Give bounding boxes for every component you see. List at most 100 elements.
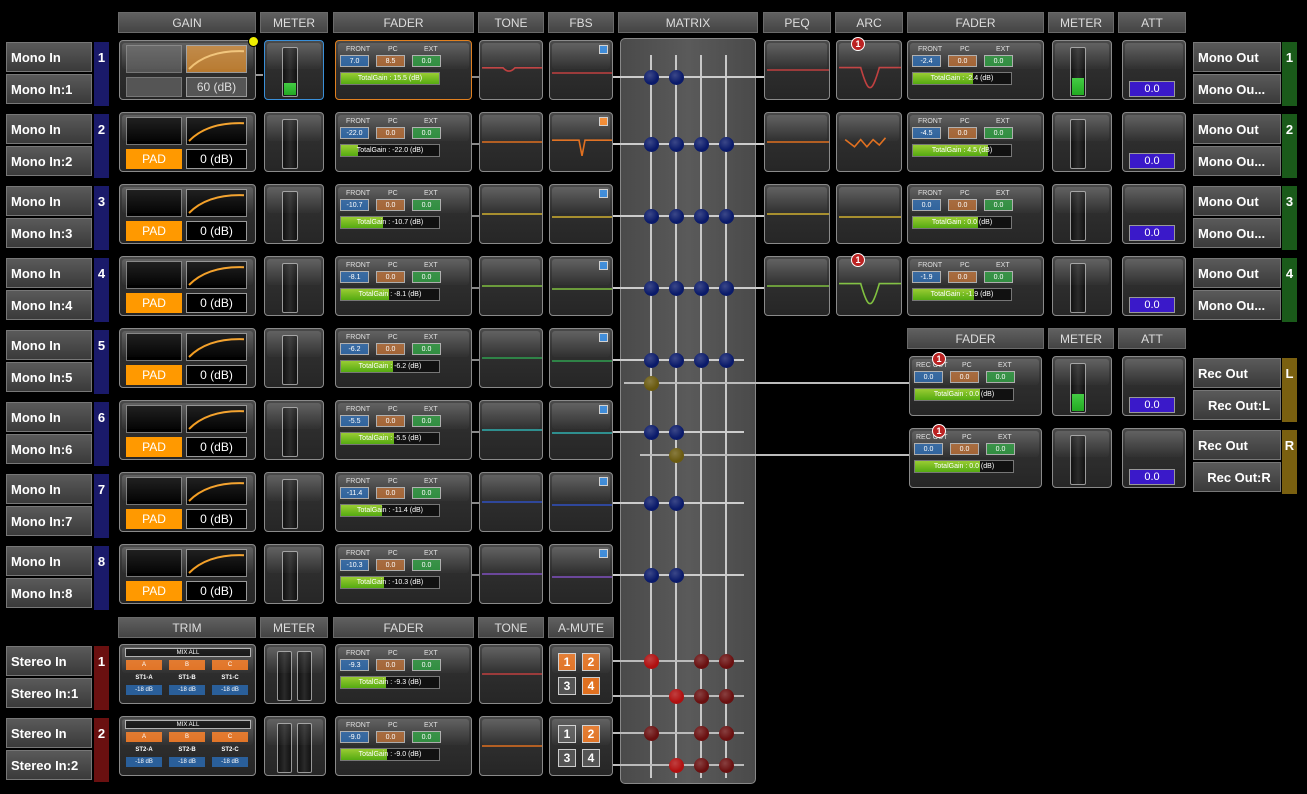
mono-in-name[interactable]: Mono In:5: [6, 362, 92, 392]
fbs-control[interactable]: [549, 184, 613, 244]
matrix-node-rec[interactable]: [644, 376, 659, 391]
stereo-in-fader[interactable]: FRONT PC EXT -9.0 0.0 0.0 TotalGain : -9.0 (dB…: [335, 716, 472, 776]
fader-value-front[interactable]: -5.5: [340, 415, 369, 427]
mono-in-fader[interactable]: FRONT PC EXT -6.2 0.0 0.0 TotalGain : -6.2 (dB…: [335, 328, 472, 388]
trim-control[interactable]: MIX ALL A ST1-A -18 dB B ST1-B -18 dB C ST1-C -18…: [119, 644, 256, 704]
fader-value-ext[interactable]: 0.0: [984, 55, 1013, 67]
mono-out-fader[interactable]: FRONT PC EXT -1.9 0.0 0.0 TotalGain : -1.9 (dB…: [907, 256, 1044, 316]
matrix-node[interactable]: [669, 209, 684, 224]
fader-value-front[interactable]: -9.3: [340, 659, 369, 671]
mono-in-name[interactable]: Mono In:4: [6, 290, 92, 320]
matrix-node[interactable]: [644, 137, 659, 152]
mono-out-name[interactable]: Mono Ou...: [1193, 74, 1281, 104]
tone-eq[interactable]: [479, 256, 543, 316]
rec-out-name[interactable]: Rec Out:R: [1193, 462, 1281, 492]
fader-value-pc[interactable]: 8.5: [376, 55, 405, 67]
fader-value-pc[interactable]: 0.0: [950, 443, 979, 455]
matrix-node[interactable]: [719, 137, 734, 152]
matrix-node[interactable]: [719, 209, 734, 224]
gain-value[interactable]: 0 (dB): [186, 581, 247, 601]
trim-control[interactable]: MIX ALL A ST2-A -18 dB B ST2-B -18 dB C ST2-C -18…: [119, 716, 256, 776]
matrix-node-stereo[interactable]: [694, 758, 709, 773]
mono-in-label[interactable]: Mono In: [6, 402, 92, 432]
trim-a-button[interactable]: A: [126, 660, 162, 670]
a-mute-2-button[interactable]: 2: [582, 653, 600, 671]
arc-control[interactable]: [836, 112, 902, 172]
trim-b-button[interactable]: B: [169, 732, 205, 742]
mono-out-label[interactable]: Mono Out: [1193, 258, 1281, 288]
stereo-in-fader[interactable]: FRONT PC EXT -9.3 0.0 0.0 TotalGain : -9.3 (dB…: [335, 644, 472, 704]
mono-out-fader[interactable]: FRONT PC EXT 0.0 0.0 0.0 TotalGain : 0.0 (dB): [907, 184, 1044, 244]
trim-a-db[interactable]: -18 dB: [126, 685, 162, 695]
gain-control[interactable]: 60 (dB): [119, 40, 256, 100]
fader-value-pc[interactable]: 0.0: [376, 415, 405, 427]
mono-in-fader[interactable]: FRONT PC EXT -10.3 0.0 0.0 TotalGain : -10.3 (…: [335, 544, 472, 604]
matrix-node-stereo[interactable]: [719, 689, 734, 704]
att-control[interactable]: 0.0: [1122, 184, 1186, 244]
mono-in-label[interactable]: Mono In: [6, 258, 92, 288]
mono-in-name[interactable]: Mono In:2: [6, 146, 92, 176]
fader-value-ext[interactable]: 0.0: [412, 199, 441, 211]
matrix-node-stereo[interactable]: [719, 726, 734, 741]
gain-control[interactable]: PAD 0 (dB): [119, 256, 256, 316]
matrix-node[interactable]: [644, 568, 659, 583]
att-control[interactable]: 0.0: [1122, 40, 1186, 100]
a-mute-1-button[interactable]: 1: [558, 653, 576, 671]
fbs-control[interactable]: [549, 40, 613, 100]
rec-out-name[interactable]: Rec Out:L: [1193, 390, 1281, 420]
tone-eq[interactable]: [479, 40, 543, 100]
fbs-control[interactable]: [549, 544, 613, 604]
matrix-node[interactable]: [644, 209, 659, 224]
matrix-node-stereo[interactable]: [644, 726, 659, 741]
mono-out-name[interactable]: Mono Ou...: [1193, 146, 1281, 176]
matrix-node[interactable]: [694, 137, 709, 152]
fader-value-front[interactable]: -10.3: [340, 559, 369, 571]
mono-out-label[interactable]: Mono Out: [1193, 114, 1281, 144]
matrix-node-stereo[interactable]: [694, 689, 709, 704]
mono-in-label[interactable]: Mono In: [6, 474, 92, 504]
mono-in-fader[interactable]: FRONT PC EXT -10.7 0.0 0.0 TotalGain : -10.7 (…: [335, 184, 472, 244]
tone-eq[interactable]: [479, 328, 543, 388]
mono-out-name[interactable]: Mono Ou...: [1193, 290, 1281, 320]
a-mute-3-button[interactable]: 3: [558, 749, 576, 767]
rec-att-value[interactable]: 0.0: [1129, 469, 1175, 485]
fader-value-front[interactable]: -1.9: [912, 271, 941, 283]
fader-value-ext[interactable]: 0.0: [412, 343, 441, 355]
matrix-node[interactable]: [669, 496, 684, 511]
matrix-node[interactable]: [669, 425, 684, 440]
fader-value-front[interactable]: -4.5: [912, 127, 941, 139]
fader-value-ext[interactable]: 0.0: [412, 659, 441, 671]
trim-b-db[interactable]: -18 dB: [169, 757, 205, 767]
pad-button[interactable]: PAD: [126, 149, 182, 169]
fbs-control[interactable]: [549, 472, 613, 532]
tone-eq[interactable]: [479, 644, 543, 704]
a-mute-4-button[interactable]: 4: [582, 749, 600, 767]
mix-all-button[interactable]: MIX ALL: [125, 648, 251, 657]
matrix-node[interactable]: [669, 70, 684, 85]
tone-eq[interactable]: [479, 400, 543, 460]
gain-control[interactable]: PAD 0 (dB): [119, 112, 256, 172]
fbs-control[interactable]: [549, 400, 613, 460]
matrix-node[interactable]: [694, 209, 709, 224]
fader-value-front[interactable]: -22.0: [340, 127, 369, 139]
fbs-control[interactable]: [549, 112, 613, 172]
rec-out-label[interactable]: Rec Out: [1193, 430, 1281, 460]
fader-value-front[interactable]: -10.7: [340, 199, 369, 211]
fader-value-ext[interactable]: 0.0: [412, 127, 441, 139]
mono-in-name[interactable]: Mono In:1: [6, 74, 92, 104]
trim-c-button[interactable]: C: [212, 660, 248, 670]
att-value[interactable]: 0.0: [1129, 225, 1175, 241]
matrix-node[interactable]: [669, 353, 684, 368]
mono-in-label[interactable]: Mono In: [6, 546, 92, 576]
fader-value-pc[interactable]: 0.0: [376, 199, 405, 211]
trim-a-button[interactable]: A: [126, 732, 162, 742]
matrix-node[interactable]: [644, 281, 659, 296]
matrix-node[interactable]: [694, 353, 709, 368]
mono-in-fader[interactable]: FRONT PC EXT -22.0 0.0 0.0 TotalGain : -22.0 (…: [335, 112, 472, 172]
stereo-in-label[interactable]: Stereo In: [6, 718, 92, 748]
stereo-in-label[interactable]: Stereo In: [6, 646, 92, 676]
fader-value-front[interactable]: -2.4: [912, 55, 941, 67]
mono-in-label[interactable]: Mono In: [6, 114, 92, 144]
trim-a-db[interactable]: -18 dB: [126, 757, 162, 767]
att-control[interactable]: 0.0: [1122, 256, 1186, 316]
